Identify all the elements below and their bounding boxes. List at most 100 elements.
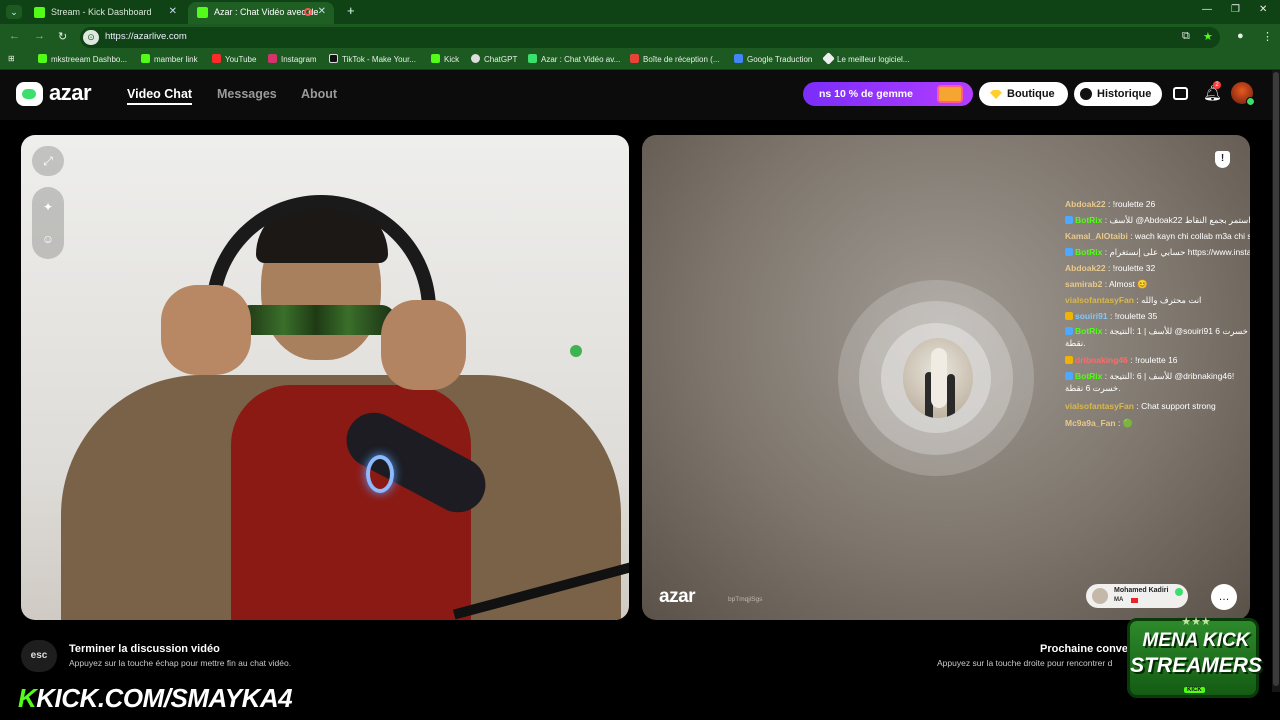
tab-azar[interactable]: Azar : Chat Vidéo avec de ✕ <box>188 2 334 24</box>
chat-text: : Almost 😊 <box>1104 279 1148 289</box>
close-tab-icon[interactable]: ✕ <box>318 2 326 22</box>
bookmark-star-icon[interactable]: ★ <box>1203 30 1213 43</box>
bookmark-item[interactable]: Instagram <box>268 54 317 64</box>
close-window-icon[interactable]: ✕ <box>1259 4 1267 15</box>
bookmark-item[interactable]: Le meilleur logiciel... <box>822 52 909 65</box>
restore-icon[interactable]: ❐ <box>1231 4 1240 15</box>
inbox-icon[interactable] <box>1173 87 1188 100</box>
tab-search-icon[interactable]: ⌄ <box>6 5 22 19</box>
chat-badge-icon <box>1065 327 1073 335</box>
gem-promo-banner[interactable]: ns 10 % de gemme <box>803 82 973 106</box>
end-chat-hint: Appuyez sur la touche échap pour mettre … <box>69 658 292 668</box>
chat-username: BotRix <box>1075 371 1103 381</box>
chat-text: : للأسف | 1 :النتيجة @souiri91 خسرت 6 <box>1104 326 1248 336</box>
bookmark-item[interactable]: Boîte de réception (... <box>630 54 720 64</box>
magic-wand-icon[interactable]: ✦ <box>40 199 56 215</box>
treasure-chest-icon <box>937 85 963 103</box>
logo-text[interactable]: azar <box>49 80 92 106</box>
close-tab-icon[interactable]: ✕ <box>169 2 177 22</box>
chat-text: نقطة. <box>1065 338 1086 348</box>
esc-key-button[interactable]: esc <box>21 640 57 672</box>
minimize-icon[interactable]: — <box>1202 4 1212 15</box>
new-tab-button[interactable]: + <box>347 3 355 18</box>
chat-message: Kamal_AlOtaibi : wach kayn chi collab m3… <box>1065 231 1250 242</box>
chat-message: نقطة. <box>1065 338 1086 349</box>
reload-icon[interactable]: ↻ <box>58 30 67 43</box>
expand-video-button[interactable]: ⤢ <box>32 146 64 176</box>
chat-text: : !roulette 32 <box>1108 263 1156 273</box>
partner-profile-photo <box>903 338 973 418</box>
user-avatar[interactable] <box>1231 82 1255 106</box>
mena-kick-streamers-badge: ★★★ MENA KICK STREAMERS KICK <box>1127 616 1262 698</box>
chat-text: : انت محترف والله <box>1136 295 1202 305</box>
partner-country: MA <box>1114 597 1124 603</box>
tab-title: Stream - Kick Dashboard <box>51 7 152 17</box>
notification-badge: 2 <box>1213 81 1221 89</box>
mena-line2: STREAMERS <box>1130 654 1262 677</box>
clock-icon <box>1080 88 1092 100</box>
online-status-icon <box>1246 97 1255 106</box>
kick-channel-overlay: KKICK.COM/SMAYKA4 <box>18 683 293 713</box>
chat-text: : للأسف @Abdoak22 هان. استمر بجمع النقاط… <box>1104 215 1250 225</box>
chat-username: souiri91 <box>1075 311 1108 321</box>
next-chat-hint: Appuyez sur la touche droite pour rencon… <box>937 658 1113 668</box>
chat-text: : wach kayn chi collab m3a chi st <box>1130 231 1250 241</box>
partner-video-feed: ! Abdoak22 : !roulette 26 BotRix : للأسف … <box>642 135 1250 620</box>
address-bar[interactable]: ⊙ https://azarlive.com <box>80 27 1220 48</box>
bookmark-item[interactable]: mamber link <box>141 54 198 64</box>
chat-username: vialsofantasyFan <box>1065 295 1134 305</box>
bookmark-item[interactable]: Kick <box>431 54 459 64</box>
chat-message: samirab2 : Almost 😊 <box>1065 279 1148 290</box>
nav-messages[interactable]: Messages <box>217 87 277 101</box>
scrollbar[interactable] <box>1272 70 1280 692</box>
bookmark-item[interactable]: Google Traduction <box>734 54 812 64</box>
next-chat-title: Prochaine conve <box>1040 643 1129 655</box>
mena-kick-tag: KICK <box>1184 687 1205 693</box>
chat-text: : 🟢 <box>1117 418 1134 428</box>
chat-text: : !roulette 35 <box>1109 311 1158 321</box>
gem-icon <box>990 90 1002 99</box>
bookmark-item[interactable]: YouTube <box>212 54 256 64</box>
bookmark-item[interactable]: ChatGPT <box>471 54 517 64</box>
bookmark-item[interactable]: Azar : Chat Vidéo av... <box>528 54 620 64</box>
partner-info-chip[interactable]: Mohamed Kadiri MA <box>1086 584 1188 608</box>
url-text[interactable]: https://azarlive.com <box>105 31 187 42</box>
apps-grid-icon[interactable]: ⊞ <box>8 54 15 63</box>
history-button[interactable]: Historique <box>1074 82 1162 106</box>
room-code: bpTmqjiSgs <box>728 596 763 603</box>
chat-text: : للأسف | 6 :النتيجة @dribnaking46! <box>1104 371 1235 381</box>
chat-text: : Chat support strong <box>1136 401 1216 411</box>
azar-watermark: azar <box>659 586 696 607</box>
chat-username: BotRix <box>1075 215 1103 225</box>
profile-icon[interactable]: ● <box>1237 30 1244 42</box>
mena-line1: MENA KICK <box>1142 630 1250 651</box>
face-filter-icon[interactable]: ☺ <box>40 231 56 247</box>
chat-bubble-button[interactable]: … <box>1211 584 1237 610</box>
browser-toolbar: ← → ↻ ⊙ https://azarlive.com ⧉ ★ ● ⋮ <box>0 24 1280 51</box>
end-chat-title: Terminer la discussion vidéo <box>69 643 220 655</box>
shop-button[interactable]: Boutique <box>979 82 1068 106</box>
forward-icon[interactable]: → <box>34 30 45 42</box>
flag-icon <box>1131 598 1138 603</box>
azar-logo-icon[interactable] <box>16 82 43 106</box>
nav-about[interactable]: About <box>301 87 337 101</box>
chat-message: خسرت 6 نقطة. <box>1065 383 1121 394</box>
report-shield-icon[interactable]: ! <box>1215 151 1230 168</box>
bookmark-item[interactable]: mkstreeam Dashbo... <box>38 54 127 64</box>
shop-label: Boutique <box>1007 88 1055 100</box>
chat-message: souiri91 : !roulette 35 <box>1065 311 1157 322</box>
history-label: Historique <box>1097 88 1152 100</box>
expand-icon: ⤢ <box>43 154 53 168</box>
kick-favicon-icon <box>34 7 45 18</box>
menu-kebab-icon[interactable]: ⋮ <box>1262 30 1273 43</box>
bookmark-item[interactable]: TikTok - Make Your... <box>329 54 416 64</box>
cast-icon[interactable]: ⧉ <box>1182 30 1190 43</box>
chat-username: BotRix <box>1075 326 1103 336</box>
verified-badge-icon <box>1175 588 1183 596</box>
back-icon[interactable]: ← <box>9 30 20 42</box>
nav-video-chat[interactable]: Video Chat <box>127 87 193 105</box>
tab-kick-dashboard[interactable]: Stream - Kick Dashboard ✕ <box>25 2 185 24</box>
site-info-icon[interactable]: ⊙ <box>83 30 99 45</box>
browser-tab-strip: ⌄ Stream - Kick Dashboard ✕ Azar : Chat … <box>0 0 1280 24</box>
chat-message: BotRix : للأسف | 6 :النتيجة @dribnaking4… <box>1065 371 1234 382</box>
